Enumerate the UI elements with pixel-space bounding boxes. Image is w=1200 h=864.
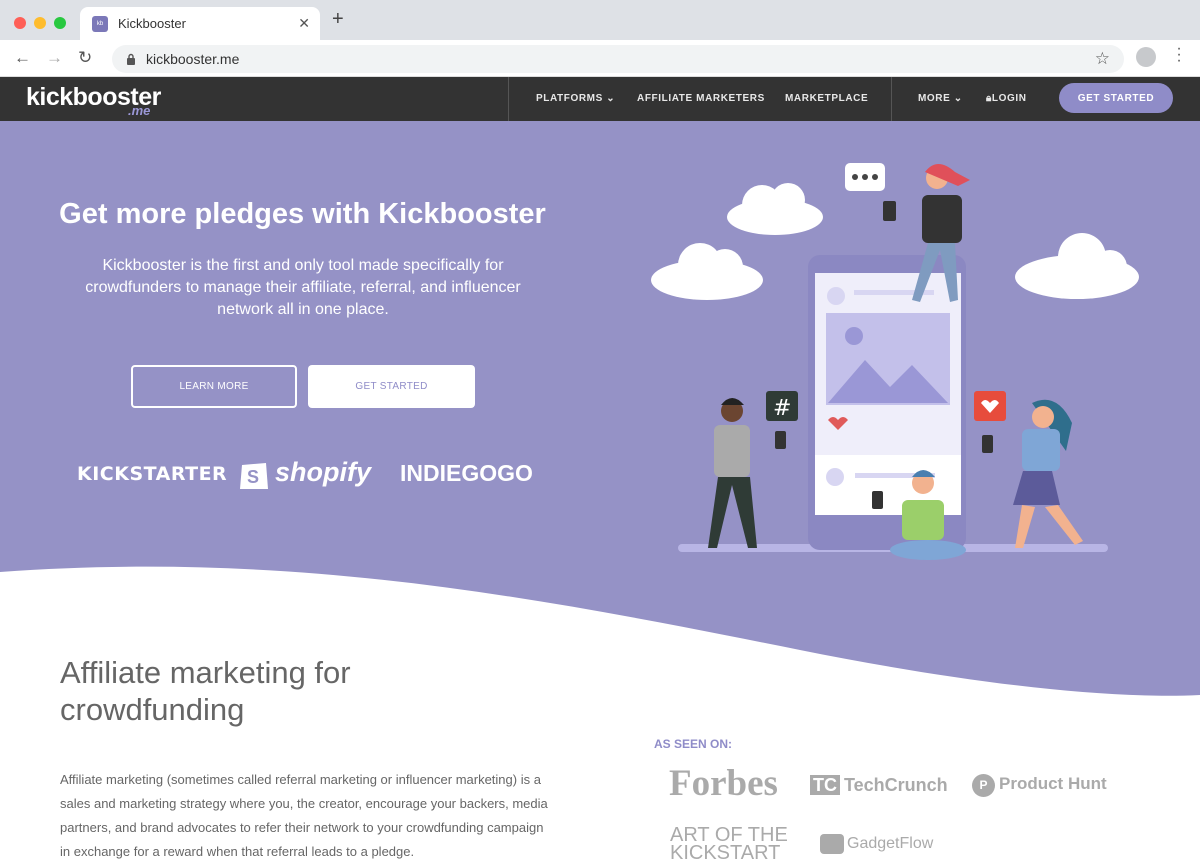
as-seen-on-label: AS SEEN ON:	[654, 737, 733, 751]
lock-icon	[127, 53, 135, 65]
nav-platforms-label: PLATFORMS	[536, 93, 603, 104]
gadgetflow-logo: GadgetFlow	[820, 834, 933, 854]
nav-platforms[interactable]: PLATFORMS ⌄	[536, 93, 615, 104]
techcrunch-logo: TC TechCrunch	[810, 775, 948, 796]
nav-marketplace[interactable]: MARKETPLACE	[785, 93, 868, 104]
profile-avatar-icon[interactable]	[1136, 47, 1156, 67]
new-tab-icon[interactable]: +	[332, 8, 344, 31]
address-bar[interactable]: kickbooster.me ☆	[112, 45, 1124, 73]
nav-more[interactable]: MORE ⌄	[918, 93, 963, 104]
bookmark-star-icon[interactable]: ☆	[1095, 49, 1110, 69]
chevron-down-icon: ⌄	[606, 93, 616, 104]
gadgetflow-icon	[820, 834, 844, 854]
product-hunt-logo: P Product Hunt	[972, 774, 1107, 797]
forward-icon[interactable]: →	[46, 48, 63, 68]
product-hunt-icon: P	[972, 774, 995, 797]
hero-illustration: #	[651, 163, 1139, 560]
chevron-down-icon: ⌄	[953, 93, 963, 104]
hero-description: Kickbooster is the first and only tool m…	[85, 257, 521, 318]
browser-toolbar: ← → ↻ kickbooster.me ☆	[0, 40, 1200, 77]
back-icon[interactable]: ←	[14, 48, 31, 68]
maximize-window-button[interactable]	[54, 17, 66, 29]
minimize-window-button[interactable]	[34, 17, 46, 29]
nav-login[interactable]: 🔒︎LOGIN	[986, 93, 1027, 104]
browser-tab-bar: kb Kickbooster ✕ +	[0, 0, 1200, 40]
kickstarter-logo: KICKSTARTER	[77, 463, 228, 485]
hero-get-started-button[interactable]: GET STARTED	[308, 365, 475, 408]
shopify-bag-icon: S	[240, 463, 268, 489]
browser-menu-icon[interactable]: · · ·	[1176, 41, 1182, 69]
nav-login-label: LOGIN	[991, 93, 1027, 104]
shopify-logo: shopify	[275, 457, 372, 487]
reload-icon[interactable]: ↻	[78, 48, 92, 68]
close-window-button[interactable]	[14, 17, 26, 29]
product-hunt-label: Product Hunt	[999, 774, 1107, 793]
art-of-the-kickstart-logo: ART OF THE KICKSTART	[670, 824, 788, 864]
section-title: Affiliate marketing for crowdfunding	[60, 655, 351, 727]
hero-title: Get more pledges with Kickbooster	[59, 198, 546, 230]
site-header: kickbooster .me PLATFORMS ⌄ AFFILIATE MA…	[0, 77, 1200, 121]
tab-close-icon[interactable]: ✕	[298, 15, 310, 32]
svg-text:#: #	[773, 396, 791, 421]
favicon-icon: kb	[92, 15, 108, 32]
url-text: kickbooster.me	[146, 51, 240, 67]
gadgetflow-label: GadgetFlow	[847, 835, 934, 853]
svg-text:S: S	[247, 467, 259, 487]
nav-divider	[508, 77, 509, 121]
browser-tab[interactable]: kb Kickbooster ✕	[80, 7, 320, 40]
section-description: Affiliate marketing (sometimes called re…	[60, 772, 548, 859]
forbes-logo: Forbes	[669, 763, 778, 804]
nav-divider	[891, 77, 892, 121]
techcrunch-icon: TC	[810, 775, 840, 795]
person-man-left: #	[708, 391, 798, 548]
techcrunch-label: TechCrunch	[844, 775, 948, 795]
tab-title: Kickbooster	[118, 16, 186, 31]
person-woman-right	[974, 391, 1083, 548]
logo-subtext: .me	[128, 103, 151, 118]
header-get-started-button[interactable]: GET STARTED	[1059, 83, 1173, 113]
nav-more-label: MORE	[918, 93, 951, 104]
nav-affiliate-marketers[interactable]: AFFILIATE MARKETERS	[637, 93, 765, 104]
learn-more-button[interactable]: LEARN MORE	[131, 365, 297, 408]
indiegogo-logo: INDIEGOGO	[400, 460, 533, 486]
